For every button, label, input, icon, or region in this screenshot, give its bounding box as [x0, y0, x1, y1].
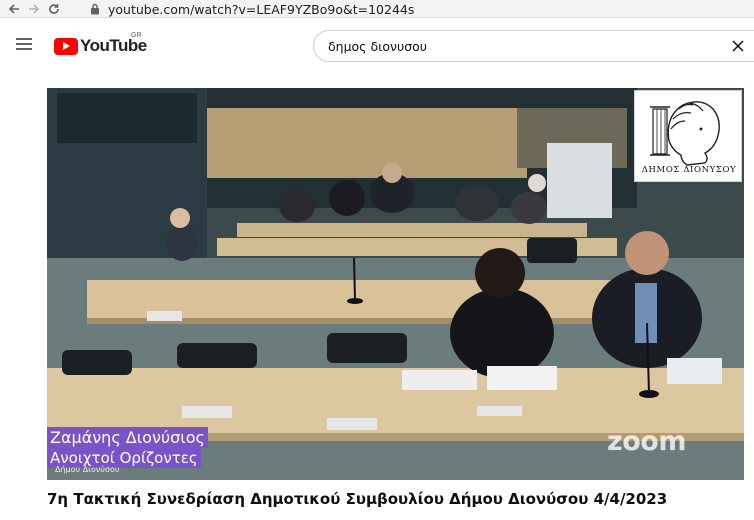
youtube-header: YouTube GR [0, 18, 754, 74]
speaker-name: Ζαμάνης Διονύσιος [47, 427, 208, 448]
logo-text: YouTube [80, 36, 147, 55]
arrow-left-icon[interactable] [4, 0, 24, 18]
reload-icon[interactable] [44, 0, 64, 18]
search-box[interactable] [313, 30, 754, 62]
dionysus-head-icon [650, 101, 720, 166]
youtube-logo[interactable]: YouTube [54, 36, 147, 56]
municipality-logo-text: ΔΗΜΟΣ ΔΙΟΝΥΣΟΥ [641, 165, 737, 175]
region-code: GR [131, 32, 142, 39]
municipality-logo: ΔΗΜΟΣ ΔΙΟΝΥΣΟΥ [634, 90, 742, 182]
video-player[interactable]: ΔΗΜΟΣ ΔΙΟΝΥΣΟΥ Ζαμάνης Διονύσιος Ανοιχτο… [47, 88, 744, 480]
zoom-watermark: zoom [607, 426, 686, 457]
speaker-subtext: Δήμου Διονύσου [55, 465, 120, 474]
lock-icon[interactable] [88, 2, 102, 16]
close-icon[interactable] [730, 38, 746, 54]
hamburger-menu-icon[interactable] [16, 38, 32, 50]
speaker-overlay: Ζαμάνης Διονύσιος Ανοιχτοί Ορίζοντες Δήμ… [47, 427, 208, 474]
search-input[interactable] [328, 38, 708, 54]
video-title: 7η Τακτική Συνεδρίαση Δημοτικού Συμβουλί… [47, 490, 668, 508]
url-text: youtube.com/watch?v=LEAF9YZBo9o&t=10244s [108, 1, 415, 17]
browser-toolbar: youtube.com/watch?v=LEAF9YZBo9o&t=10244s [0, 0, 754, 18]
address-bar[interactable]: youtube.com/watch?v=LEAF9YZBo9o&t=10244s [88, 0, 414, 18]
arrow-right-icon[interactable] [24, 0, 44, 18]
youtube-play-icon [54, 37, 78, 55]
